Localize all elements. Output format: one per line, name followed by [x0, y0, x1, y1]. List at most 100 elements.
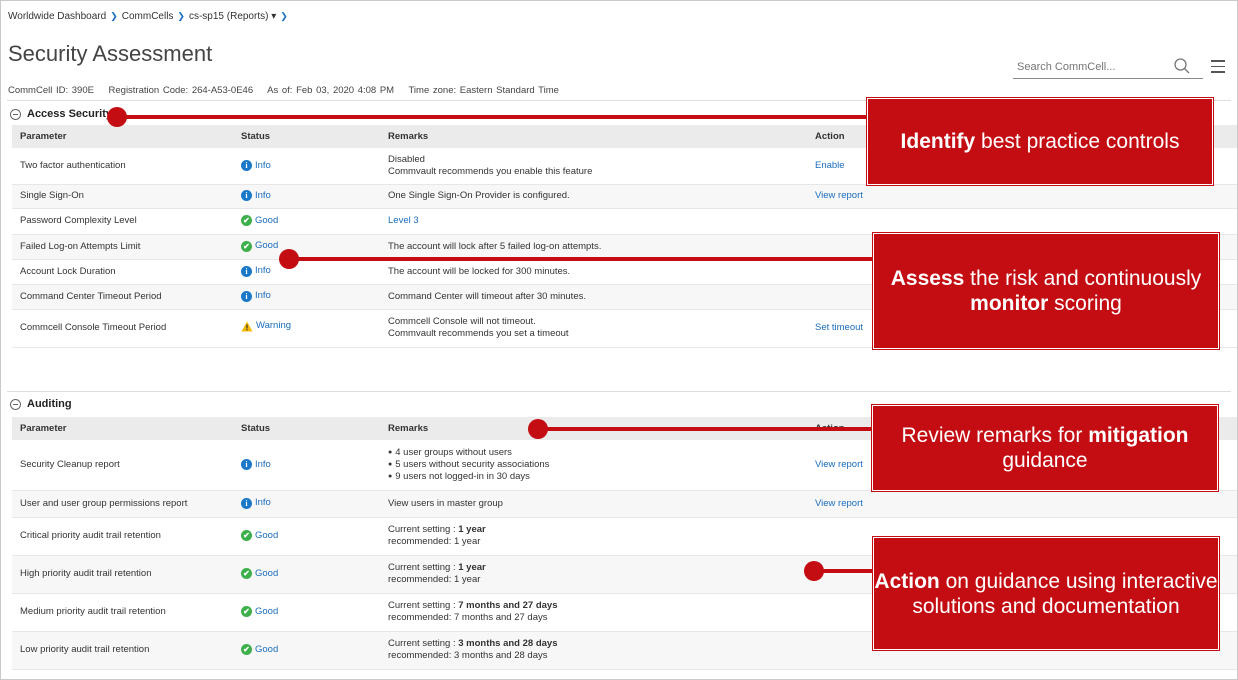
status-label: Info	[255, 290, 271, 302]
status-badge[interactable]: ✔ Good	[241, 644, 278, 656]
parameter-cell: Account Lock Duration	[12, 259, 233, 285]
section-access-security-header[interactable]: Access Security	[10, 108, 112, 120]
remarks-cell: One Single Sign-On Provider is configure…	[380, 184, 807, 209]
section-title: Auditing	[27, 398, 72, 410]
parameter-cell: Password Complexity Level	[12, 208, 233, 235]
status-cell: ✔ Good	[233, 234, 380, 260]
view-report-link[interactable]: View report	[815, 190, 863, 201]
status-badge[interactable]: i Info	[241, 160, 271, 172]
breadcrumb-chevron-icon: ❯	[110, 11, 118, 21]
parameter-cell: High priority audit trail retention	[12, 555, 233, 594]
status-cell: i Info	[233, 259, 380, 285]
status-badge[interactable]: ✔ Good	[241, 568, 278, 580]
action-cell: View report	[807, 490, 1237, 518]
view-report-link[interactable]: View report	[815, 498, 863, 509]
warning-triangle-icon	[241, 321, 253, 332]
status-label: Good	[255, 643, 279, 655]
list-item: 9 users not logged-in in 30 days	[388, 471, 799, 483]
parameter-cell: Commcell Console Timeout Period	[12, 309, 233, 348]
recommended-setting: recommended: 3 months and 28 days	[388, 650, 548, 661]
info-icon: i	[241, 265, 252, 277]
status-badge[interactable]: i Info	[241, 190, 271, 202]
time-zone: Time zone: Eastern Standard Time	[408, 85, 559, 96]
info-icon: i	[241, 459, 252, 470]
status-badge[interactable]: Warning	[241, 320, 291, 332]
parameter-cell: Single Sign-On	[12, 184, 233, 209]
status-badge[interactable]: i Info	[241, 459, 271, 471]
search-input[interactable]	[1013, 57, 1163, 77]
info-icon: i	[241, 160, 252, 171]
enable-link[interactable]: Enable	[815, 160, 845, 171]
status-badge[interactable]: i Info	[241, 265, 271, 277]
check-circle-icon: ✔	[241, 215, 252, 227]
collapse-circle-icon[interactable]	[10, 108, 21, 120]
section-title: Access Security	[27, 108, 112, 120]
parameter-cell: Security Cleanup report	[12, 440, 233, 491]
parameter-cell: User and user group permissions report	[12, 490, 233, 518]
status-label: Info	[255, 265, 271, 277]
breadcrumb-chevron-icon: ❯	[280, 11, 288, 21]
search-icon[interactable]	[1173, 57, 1191, 75]
status-cell: ✔ Good	[233, 593, 380, 632]
commcell-meta: CommCell ID: 390E Registration Code: 264…	[8, 85, 559, 96]
remarks-cell: Disabled Commvault recommends you enable …	[380, 148, 807, 185]
callout-text: Identify best practice controls	[900, 130, 1180, 153]
action-cell	[807, 208, 1237, 235]
table-row: User and user group permissions report i…	[12, 490, 1237, 518]
current-setting: Current setting : 1 year	[388, 524, 486, 535]
breadcrumb-worldwide-dashboard[interactable]: Worldwide Dashboard	[8, 11, 106, 22]
column-header-status[interactable]: Status	[233, 125, 380, 148]
recommended-setting: recommended: 1 year	[388, 574, 481, 585]
table-row: Password Complexity Level ✔ Good Level 3	[12, 208, 1237, 235]
status-badge[interactable]: i Info	[241, 497, 271, 509]
status-cell: ✔ Good	[233, 631, 380, 670]
remark-line: Disabled	[388, 153, 425, 165]
column-header-parameter[interactable]: Parameter	[12, 125, 233, 148]
callout-leader-line	[538, 427, 874, 431]
column-header-status[interactable]: Status	[233, 417, 380, 440]
breadcrumb-chevron-icon: ❯	[177, 11, 185, 21]
status-label: Good	[255, 214, 279, 226]
status-label: Info	[255, 458, 271, 470]
set-timeout-link[interactable]: Set timeout	[815, 322, 863, 333]
breadcrumb-commcells[interactable]: CommCells	[122, 11, 174, 22]
callout-marker-dot	[804, 561, 824, 581]
divider	[7, 391, 1231, 392]
callout-action: Action on guidance using interactive sol…	[873, 537, 1219, 650]
hamburger-menu-icon[interactable]	[1211, 60, 1225, 73]
status-badge[interactable]: ✔ Good	[241, 530, 278, 542]
recommended-setting: recommended: 1 year	[388, 536, 481, 547]
column-header-parameter[interactable]: Parameter	[12, 417, 233, 440]
check-circle-icon: ✔	[241, 644, 252, 656]
callout-text: Review remarks for mitigation guidance	[901, 424, 1189, 472]
info-icon: i	[241, 290, 252, 302]
callout-marker-dot	[279, 249, 299, 269]
remarks-cell: Current setting : 1 year recommended: 1 y…	[380, 517, 807, 556]
status-badge[interactable]: ✔ Good	[241, 606, 278, 618]
status-cell: i Info	[233, 148, 380, 185]
status-cell: ✔ Good	[233, 208, 380, 235]
status-badge[interactable]: ✔ Good	[241, 215, 278, 227]
callout-leader-line	[117, 115, 867, 119]
view-report-link[interactable]: View report	[815, 459, 863, 470]
search-box[interactable]	[1013, 57, 1203, 79]
collapse-circle-icon[interactable]	[10, 398, 21, 410]
level-link[interactable]: Level 3	[388, 215, 419, 226]
status-label: Good	[255, 240, 279, 252]
status-cell: ✔ Good	[233, 555, 380, 594]
column-header-remarks[interactable]: Remarks	[380, 125, 807, 148]
remarks-cell: The account will be locked for 300 minut…	[380, 259, 807, 285]
status-label: Good	[255, 567, 279, 579]
status-badge[interactable]: i Info	[241, 290, 271, 302]
breadcrumb-commcell-dropdown[interactable]: cs-sp15 (Reports) ▾	[189, 11, 276, 22]
callout-marker-dot	[528, 419, 548, 439]
section-auditing-header[interactable]: Auditing	[10, 398, 72, 410]
remark-line: Commvault recommends you set a timeout	[388, 328, 569, 339]
remark-line: Commcell Console will not timeout.	[388, 316, 536, 327]
status-badge[interactable]: ✔ Good	[241, 240, 278, 252]
status-cell: i Info	[233, 284, 380, 310]
commcell-id: CommCell ID: 390E	[8, 85, 94, 96]
app-frame: Worldwide Dashboard ❯ CommCells ❯ cs-sp15 (R…	[0, 0, 1238, 680]
action-cell: View report	[807, 184, 1237, 209]
check-circle-icon: ✔	[241, 240, 252, 252]
